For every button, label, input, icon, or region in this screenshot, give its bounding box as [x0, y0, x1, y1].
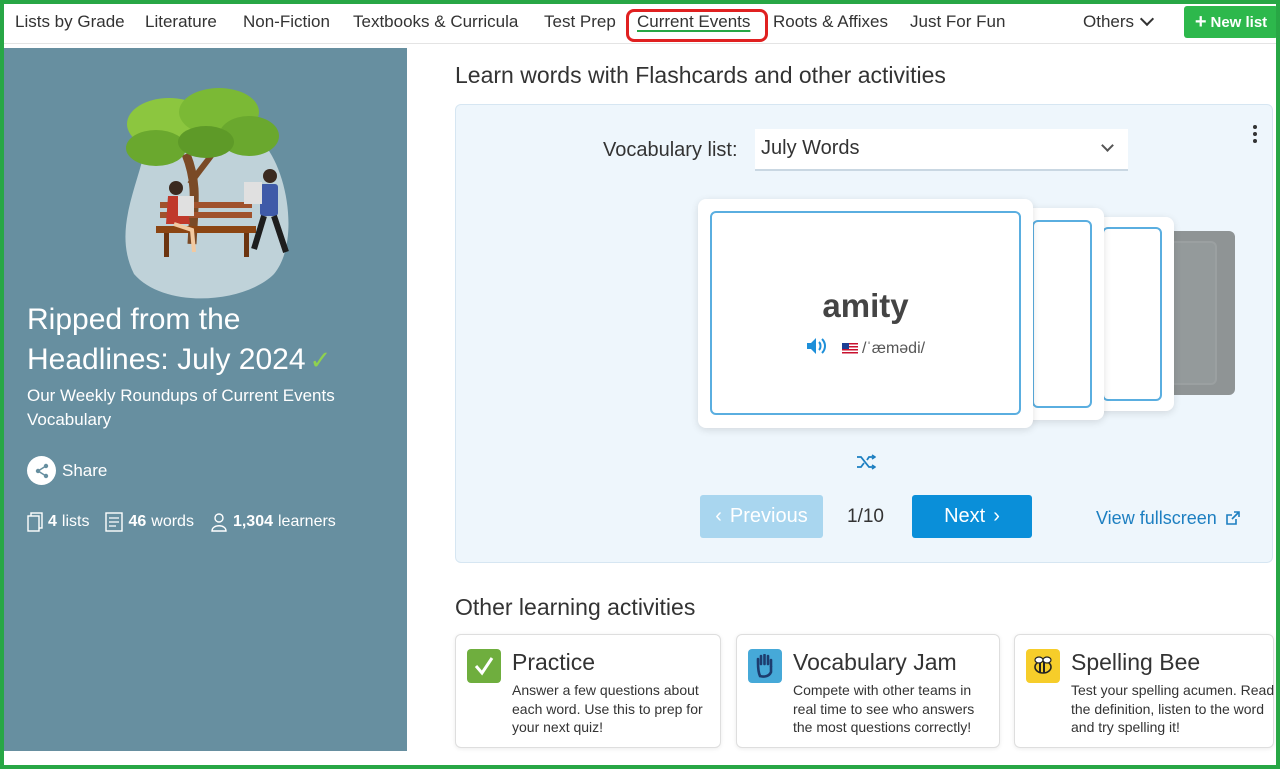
chevron-down-icon — [1101, 139, 1114, 152]
previous-label: Previous — [729, 505, 808, 527]
lists-icon — [27, 512, 43, 532]
external-link-icon — [1225, 511, 1240, 525]
activity-title: Practice — [512, 649, 596, 675]
flashcard-stack-3 — [1096, 217, 1174, 411]
nav-item-non-fiction[interactable]: Non-Fiction — [243, 12, 330, 32]
pronunciation-row: /ˈæmədi/ — [712, 337, 1019, 360]
activity-description: Compete with other teams in real time to… — [793, 682, 975, 735]
flashcard-front[interactable]: amity /ˈæmədi/ — [698, 199, 1033, 428]
activity-card-vocabulary-jam[interactable]: Vocabulary Jam Compete with other teams … — [736, 634, 1000, 748]
vocab-list-value: July Words — [761, 137, 860, 159]
next-button[interactable]: Next › — [912, 495, 1032, 538]
raised-hand-icon — [748, 649, 782, 683]
pronunciation-text: /ˈæmədi/ — [861, 339, 926, 357]
list-title-text: Ripped from the Headlines: July 2024 — [27, 303, 306, 376]
us-flag-icon — [841, 342, 858, 354]
share-button[interactable]: Share — [27, 456, 107, 485]
words-count: 46 — [128, 513, 147, 530]
previous-button[interactable]: ‹ Previous — [700, 495, 823, 538]
shuffle-icon[interactable] — [856, 454, 877, 475]
vocab-list-label: Vocabulary list: — [603, 139, 738, 161]
view-fullscreen-label: View fullscreen — [1096, 508, 1217, 528]
park-bench-illustration — [125, 88, 289, 299]
other-activities-heading: Other learning activities — [455, 594, 696, 620]
activity-description: Test your spelling acumen. Read the defi… — [1071, 682, 1275, 735]
next-label: Next — [944, 505, 986, 527]
activity-title: Vocabulary Jam — [793, 649, 957, 675]
nav-item-current-events[interactable]: Current Events — [637, 12, 750, 32]
learner-icon — [211, 513, 227, 532]
page-indicator: 1/10 — [847, 506, 884, 527]
nav-item-others[interactable]: Others — [1083, 11, 1155, 32]
nav-item-textbooks-curricula[interactable]: Textbooks & Curricula — [353, 12, 518, 32]
list-title: Ripped from the Headlines: July 2024 ✓ — [27, 300, 387, 380]
nav-item-literature[interactable]: Literature — [145, 12, 217, 32]
flashcard-stack-2 — [1026, 208, 1104, 420]
list-sidebar: Ripped from the Headlines: July 2024 ✓ Ou… — [4, 48, 407, 751]
speaker-icon[interactable] — [806, 337, 828, 360]
activity-card-practice[interactable]: Practice Answer a few questions about ea… — [455, 634, 721, 748]
new-list-button[interactable]: + New list — [1184, 6, 1278, 38]
lists-label: lists — [61, 513, 90, 530]
chevron-down-icon — [1139, 11, 1155, 27]
nav-item-test-prep[interactable]: Test Prep — [544, 12, 616, 32]
share-label: Share — [62, 460, 108, 480]
words-icon — [105, 512, 124, 532]
nav-item-just-for-fun[interactable]: Just For Fun — [910, 12, 1005, 32]
words-label: words — [151, 513, 194, 530]
checkmark-icon — [467, 649, 501, 683]
vocab-list-select[interactable]: July Words — [755, 129, 1128, 171]
top-navigation: Lists by Grade Literature Non-Fiction Te… — [4, 4, 1278, 44]
nav-item-lists-by-grade[interactable]: Lists by Grade — [15, 12, 125, 32]
verified-check-icon: ✓ — [309, 345, 332, 375]
activity-card-spelling-bee[interactable]: Spelling Bee Test your spelling acumen. … — [1014, 634, 1274, 748]
others-label: Others — [1083, 12, 1135, 31]
pronunciation: /ˈæmədi/ — [841, 339, 926, 358]
stat-learners: 1,304 learners — [210, 512, 336, 532]
share-icon — [27, 456, 56, 485]
chevron-left-icon: ‹ — [715, 505, 722, 527]
stat-lists: 4 lists — [27, 512, 89, 532]
learners-label: learners — [278, 513, 336, 530]
flashcards-heading: Learn words with Flashcards and other ac… — [455, 62, 946, 88]
stat-words: 46 words — [105, 512, 194, 532]
flashcards-panel: Vocabulary list: July Words amity /ˈæməd… — [455, 104, 1273, 563]
list-subtitle: Our Weekly Roundups of Current Events Vo… — [27, 386, 335, 429]
new-list-label: New list — [1210, 13, 1268, 31]
more-options-icon[interactable] — [1252, 125, 1258, 143]
plus-icon: + — [1194, 11, 1207, 33]
chevron-right-icon: › — [993, 505, 1000, 527]
bee-icon — [1026, 649, 1060, 683]
flashcard-word: amity — [822, 287, 909, 324]
activity-description: Answer a few questions about each word. … — [512, 682, 703, 735]
nav-item-roots-affixes[interactable]: Roots & Affixes — [773, 12, 888, 32]
list-stats: 4 lists 46 words 1,304 learners — [27, 512, 336, 532]
learners-count: 1,304 — [232, 513, 273, 530]
lists-count: 4 — [48, 513, 57, 530]
activity-title: Spelling Bee — [1071, 649, 1201, 675]
view-fullscreen-link[interactable]: View fullscreen — [1096, 508, 1240, 529]
